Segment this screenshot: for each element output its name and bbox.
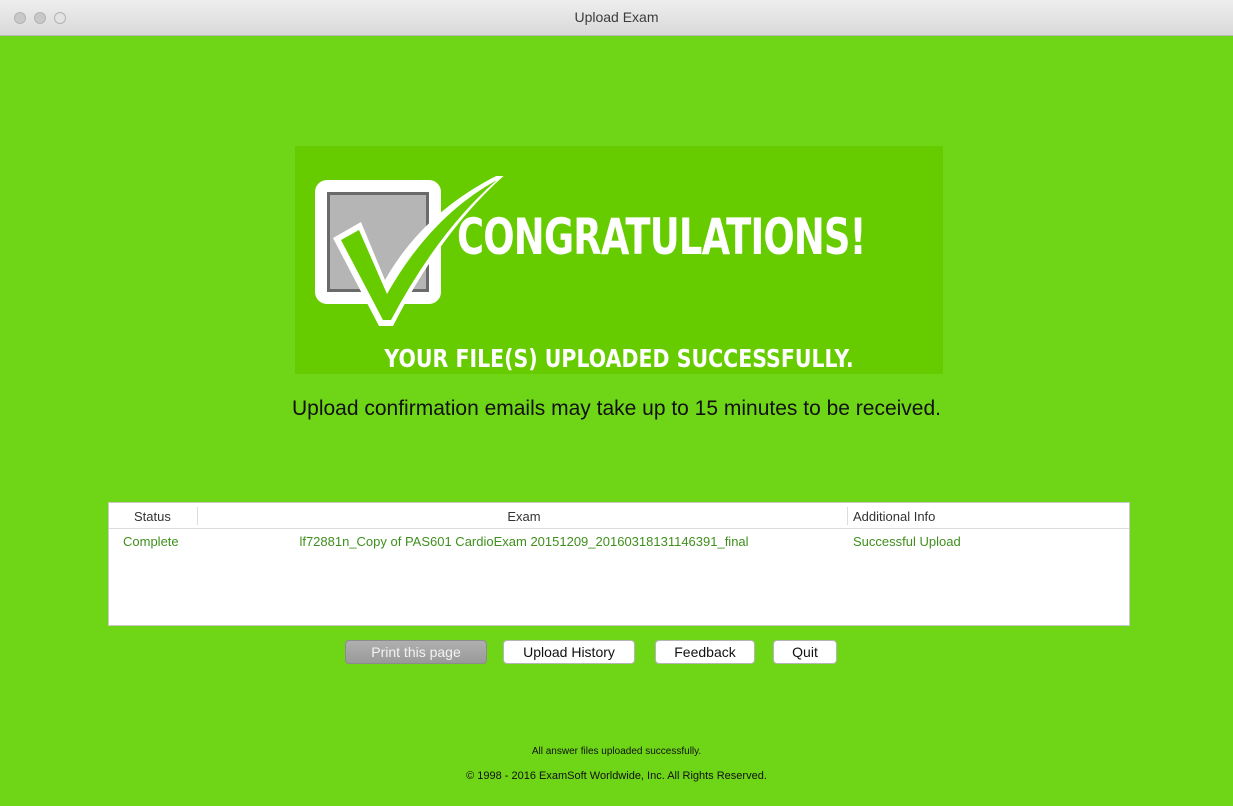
column-header-status[interactable]: Status xyxy=(134,509,171,524)
upload-success-heading: YOUR FILE(S) UPLOADED SUCCESSFULLY. xyxy=(384,344,854,373)
feedback-button[interactable]: Feedback xyxy=(655,640,755,664)
row-additional-info: Successful Upload xyxy=(853,534,961,549)
row-exam-file: lf72881n_Copy of PAS601 CardioExam 20151… xyxy=(299,534,749,549)
quit-button[interactable]: Quit xyxy=(773,640,837,664)
column-divider xyxy=(847,507,848,525)
upload-exam-window: Upload Exam CONGRATULATIONS! YOUR FILE(S… xyxy=(0,0,1233,806)
upload-history-button[interactable]: Upload History xyxy=(503,640,635,664)
copyright-text: © 1998 - 2016 ExamSoft Worldwide, Inc. A… xyxy=(466,770,767,782)
print-page-button[interactable]: Print this page xyxy=(345,640,487,664)
congratulations-heading: CONGRATULATIONS! xyxy=(457,208,867,266)
congratulations-banner: CONGRATULATIONS! YOUR FILE(S) UPLOADED S… xyxy=(295,146,943,374)
column-header-exam[interactable]: Exam xyxy=(199,509,849,524)
footer-status-text: All answer files uploaded successfully. xyxy=(531,746,702,757)
row-status: Complete xyxy=(123,534,179,549)
confirmation-message: Upload confirmation emails may take up t… xyxy=(291,397,941,420)
column-header-additional-info[interactable]: Additional Info xyxy=(853,509,935,524)
table-header: Status Exam Additional Info xyxy=(109,503,1129,529)
content-area: CONGRATULATIONS! YOUR FILE(S) UPLOADED S… xyxy=(0,36,1233,806)
checkbox-graphic xyxy=(315,176,504,326)
title-bar[interactable]: Upload Exam xyxy=(0,0,1233,36)
column-divider xyxy=(197,507,198,525)
upload-results-table: Status Exam Additional Info Complete lf7… xyxy=(108,502,1130,626)
window-title: Upload Exam xyxy=(574,9,659,25)
table-row[interactable]: Complete lf72881n_Copy of PAS601 CardioE… xyxy=(109,529,1129,551)
